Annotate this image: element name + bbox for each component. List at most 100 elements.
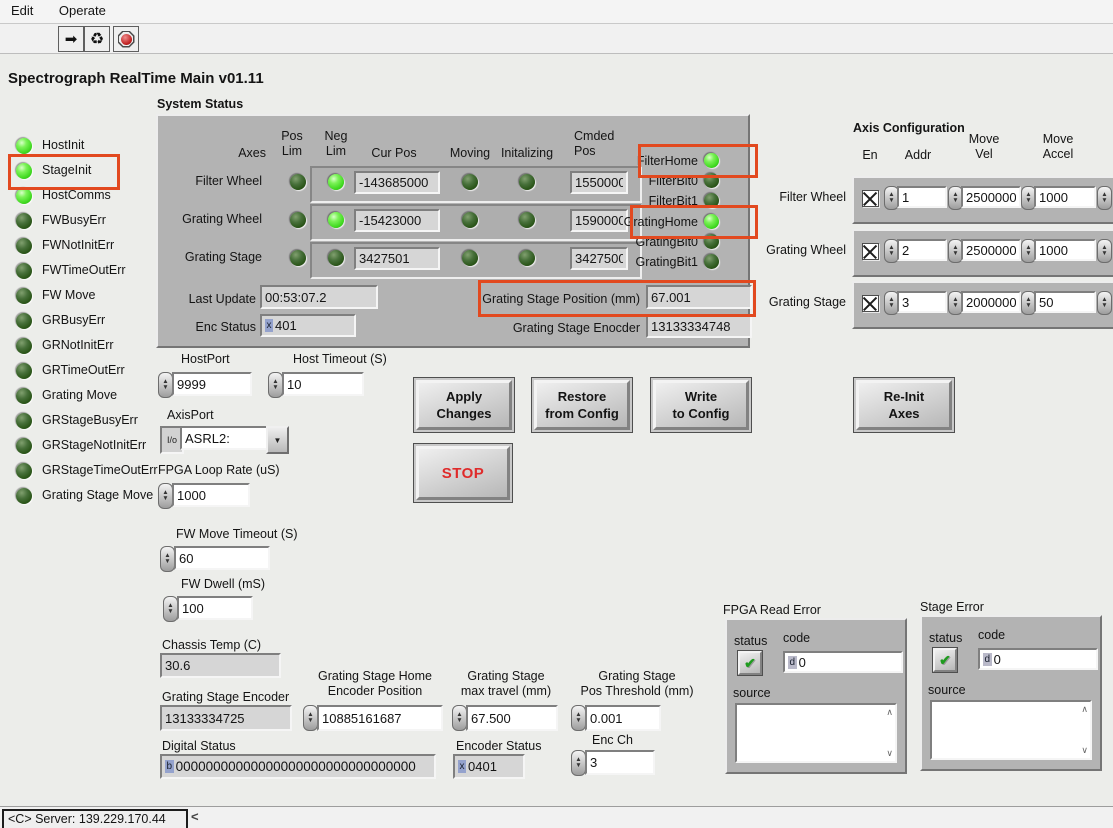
gs-home-encoder-input[interactable]: 10885161687 bbox=[317, 705, 443, 731]
gs-max-travel-input[interactable]: 67.500 bbox=[466, 705, 558, 731]
move-vel-input[interactable]: 2500000 bbox=[961, 239, 1021, 261]
led-row-gratingstagemove: Grating Stage Move bbox=[16, 487, 153, 504]
stop-button[interactable]: STOP bbox=[413, 443, 513, 503]
axis-config-title: Axis Configuration bbox=[853, 121, 965, 135]
cur-pos-indicator: 3427501 bbox=[354, 247, 440, 270]
addr-input[interactable]: 3 bbox=[897, 291, 947, 313]
hostport-spinner[interactable]: ▲▼ bbox=[158, 372, 173, 398]
extra-spinner[interactable]: ▲▼ bbox=[1097, 186, 1112, 210]
axis-config-row-label: Grating Wheel bbox=[736, 243, 846, 258]
scroll-down-icon[interactable]: ∨ bbox=[886, 749, 893, 758]
col-header-neg-lim: Neg Lim bbox=[316, 129, 356, 159]
gs-pos-threshold-spinner[interactable]: ▲▼ bbox=[571, 705, 586, 731]
write-to-config-button[interactable]: Write to Config bbox=[650, 377, 752, 433]
col-header-pos-lim: Pos Lim bbox=[272, 129, 312, 159]
abort-button[interactable] bbox=[113, 26, 139, 52]
led-row-fwbusyerr: FWBusyErr bbox=[16, 212, 106, 229]
grbusyerr-label: GRBusyErr bbox=[42, 313, 105, 328]
gs-pos-threshold-input[interactable]: 0.001 bbox=[585, 705, 661, 731]
move-accel-input[interactable]: 1000 bbox=[1034, 186, 1096, 208]
addr-input[interactable]: 2 bbox=[897, 239, 947, 261]
filterbit1-label: FilterBit1 bbox=[558, 194, 698, 209]
apply-changes-button[interactable]: Apply Changes bbox=[413, 377, 515, 433]
en-checkbox[interactable] bbox=[862, 190, 879, 207]
axis-row-label: Grating Wheel bbox=[160, 212, 262, 227]
scroll-up-icon[interactable]: ∧ bbox=[1081, 705, 1088, 714]
fw-dwell-spinner[interactable]: ▲▼ bbox=[163, 596, 178, 622]
axisport-dropdown-button[interactable]: ▼ bbox=[266, 426, 289, 454]
encoder-status-label: Encoder Status bbox=[456, 739, 541, 754]
led-row-fwnotiniterr: FWNotInitErr bbox=[16, 237, 114, 254]
led-row-grstagebusyerr: GRStageBusyErr bbox=[16, 412, 138, 429]
axis-config-row-label: Grating Stage bbox=[736, 295, 846, 310]
en-checkbox[interactable] bbox=[862, 243, 879, 260]
enc-ch-input[interactable]: 3 bbox=[585, 750, 655, 775]
led-row-fwmove: FW Move bbox=[16, 287, 95, 304]
menu-operate[interactable]: Operate bbox=[48, 0, 117, 18]
error-status-button[interactable]: ✔ bbox=[932, 647, 958, 673]
system-status-panel: Axes Pos Lim Neg Lim Cur Pos Moving Init… bbox=[156, 114, 750, 348]
reinit-axes-button[interactable]: Re-Init Axes bbox=[853, 377, 955, 433]
led-row-hostcomms: HostComms bbox=[16, 187, 111, 204]
gratingbit0-led bbox=[704, 234, 719, 249]
enc-ch-spinner[interactable]: ▲▼ bbox=[571, 750, 586, 776]
grstagebusyerr-label: GRStageBusyErr bbox=[42, 413, 138, 428]
axisport-combo-value[interactable]: ASRL2: bbox=[180, 426, 276, 450]
code-label: code bbox=[783, 631, 810, 646]
neg-lim-led bbox=[328, 212, 344, 228]
host-timeout-input[interactable]: 10 bbox=[282, 372, 364, 396]
host-timeout-label: Host Timeout (S) bbox=[293, 352, 387, 367]
fpga-read-error-cluster: status code ✔ d0 source ∧ ∨ bbox=[725, 618, 907, 774]
gs-encoder-label: Grating Stage Enocder bbox=[478, 321, 640, 336]
menu-edit[interactable]: Edit bbox=[0, 0, 44, 18]
move-accel-input[interactable]: 1000 bbox=[1034, 239, 1096, 261]
move-vel-input[interactable]: 2000000 bbox=[961, 291, 1021, 313]
run-button[interactable]: ➡ bbox=[58, 26, 84, 52]
axis-config-header-move-vel: Move Vel bbox=[958, 132, 1010, 162]
fwmove-led bbox=[16, 288, 32, 304]
encoder-status-indicator: x0401 bbox=[453, 754, 525, 779]
addr-input[interactable]: 1 bbox=[897, 186, 947, 208]
gs-encoder-readout-label: Grating Stage Encoder bbox=[162, 690, 289, 705]
last-update-indicator: 00:53:07.2 bbox=[260, 285, 378, 309]
move-vel-input[interactable]: 2500000 bbox=[961, 186, 1021, 208]
page-title: Spectrograph RealTime Main v01.11 bbox=[8, 70, 264, 87]
run-continuous-button[interactable]: ♻ bbox=[84, 26, 110, 52]
fw-move-timeout-spinner[interactable]: ▲▼ bbox=[160, 546, 175, 572]
system-status-title: System Status bbox=[157, 97, 243, 111]
cur-pos-indicator: -15423000 bbox=[354, 209, 440, 232]
gs-max-travel-spinner[interactable]: ▲▼ bbox=[452, 705, 467, 731]
pos-lim-led bbox=[290, 212, 306, 228]
error-source-box: ∧ ∨ bbox=[930, 700, 1092, 760]
fw-dwell-input[interactable]: 100 bbox=[177, 596, 253, 620]
axis-config-header-en: En bbox=[856, 148, 884, 163]
scroll-up-icon[interactable]: ∧ bbox=[886, 708, 893, 717]
scroll-left-icon[interactable]: < bbox=[191, 809, 199, 824]
digital-status-label: Digital Status bbox=[162, 739, 236, 754]
gratinghome-label: GratingHome bbox=[558, 215, 698, 230]
grstagetimeouterr-led bbox=[16, 463, 32, 479]
initalizing-led bbox=[519, 250, 535, 266]
restore-from-config-button[interactable]: Restore from Config bbox=[531, 377, 633, 433]
fpga-loop-rate-spinner[interactable]: ▲▼ bbox=[158, 483, 173, 509]
fpga-loop-rate-input[interactable]: 1000 bbox=[172, 483, 250, 507]
checkmark-icon: ✔ bbox=[744, 655, 756, 672]
hostcomms-led bbox=[16, 188, 32, 204]
error-source-box: ∧ ∨ bbox=[735, 703, 897, 763]
error-status-button[interactable]: ✔ bbox=[737, 650, 763, 676]
gratinghome-led bbox=[704, 214, 719, 229]
gs-home-encoder-spinner[interactable]: ▲▼ bbox=[303, 705, 318, 731]
radix-hex: x bbox=[458, 760, 466, 773]
neg-lim-led bbox=[328, 174, 344, 190]
continuous-run-icon: ♻ bbox=[90, 29, 104, 49]
host-timeout-spinner[interactable]: ▲▼ bbox=[268, 372, 283, 398]
extra-spinner[interactable]: ▲▼ bbox=[1097, 291, 1112, 315]
extra-spinner[interactable]: ▲▼ bbox=[1097, 239, 1112, 263]
scroll-down-icon[interactable]: ∨ bbox=[1081, 746, 1088, 755]
toolbar: ➡ ♻ bbox=[0, 24, 1113, 54]
en-checkbox[interactable] bbox=[862, 295, 879, 312]
fw-move-timeout-input[interactable]: 60 bbox=[174, 546, 270, 570]
move-accel-input[interactable]: 50 bbox=[1034, 291, 1096, 313]
hostport-input[interactable]: 9999 bbox=[172, 372, 252, 396]
led-row-fwtimeouterr: FWTimeOutErr bbox=[16, 262, 126, 279]
